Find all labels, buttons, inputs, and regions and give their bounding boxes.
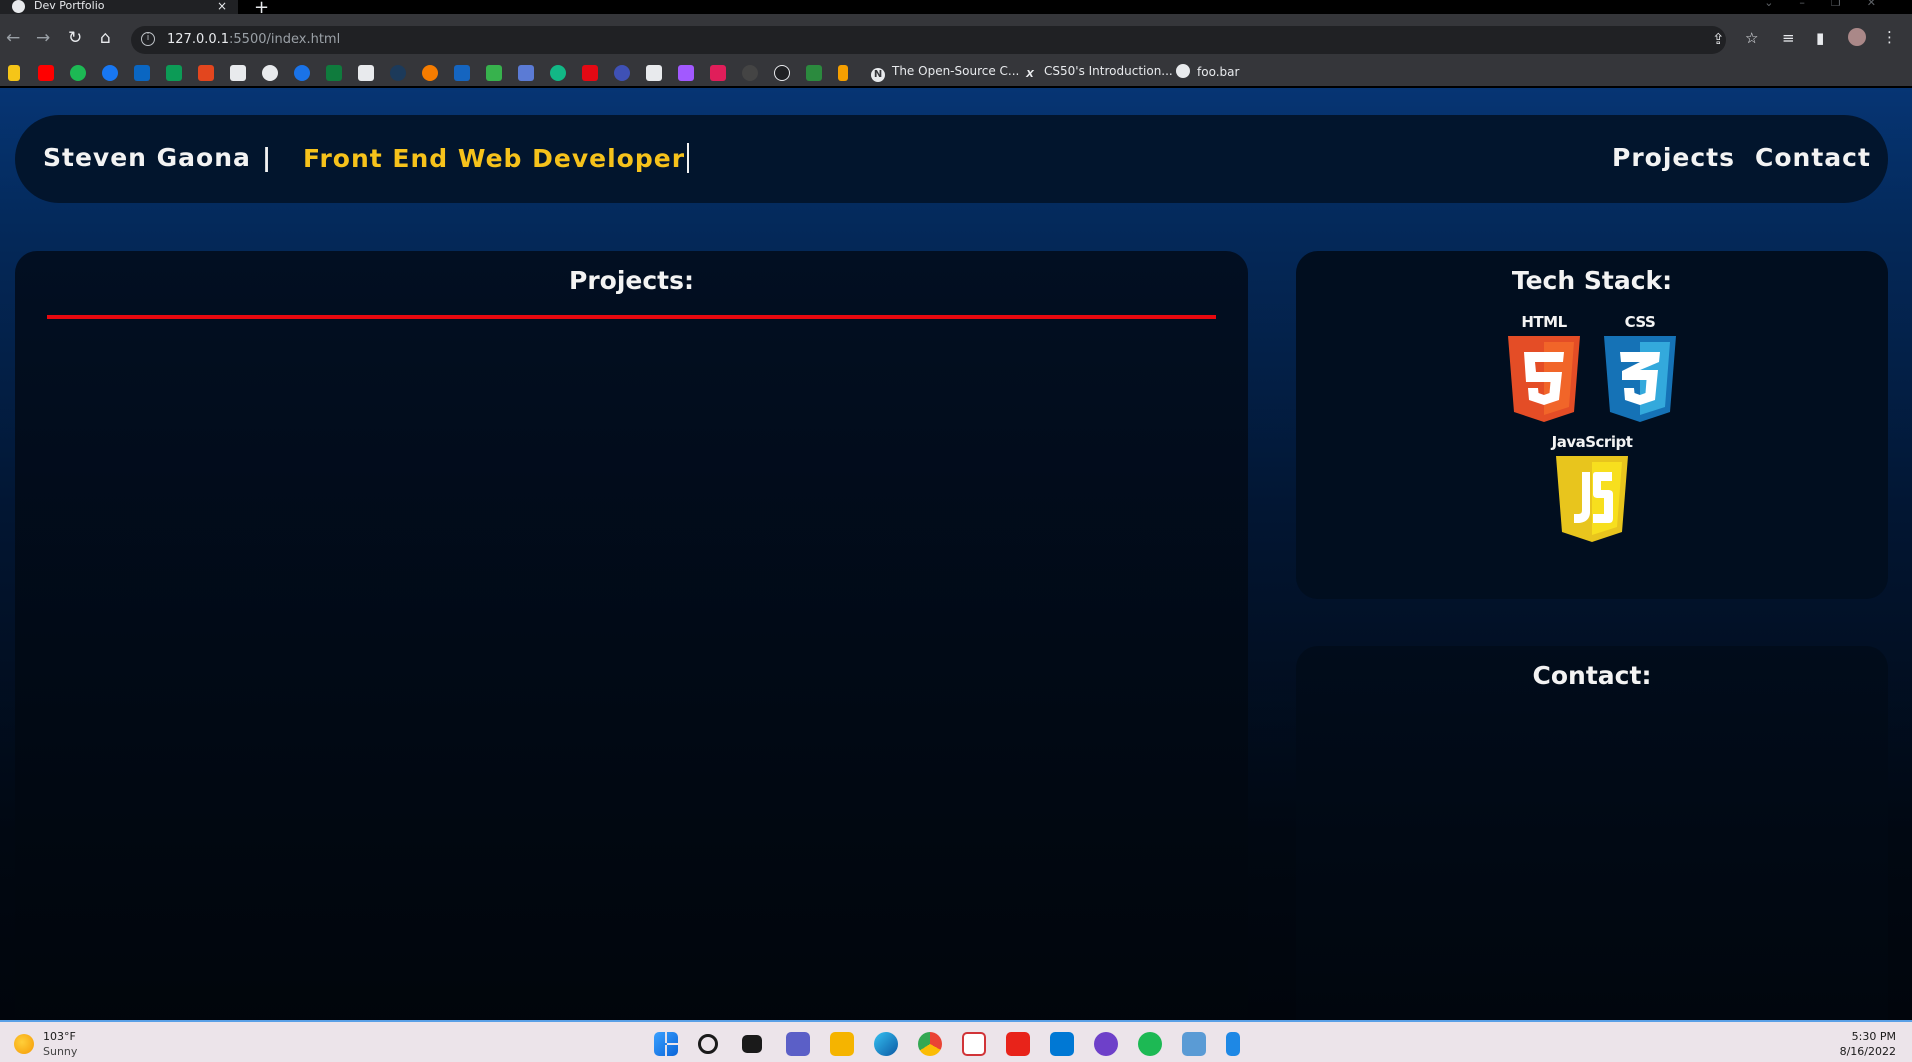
card-icon[interactable] [518,65,534,81]
url-bar[interactable]: i 127.0.0.1:5500/index.html [131,26,1726,54]
script-icon[interactable] [614,65,630,81]
vscode-icon[interactable] [1050,1032,1074,1056]
reading-list-icon[interactable]: ≡ [1782,29,1795,47]
site-info-icon[interactable]: i [141,32,155,46]
sun-icon[interactable] [14,1034,34,1054]
os-taskbar: 103°F Sunny 5:30 PM 8/16/2022 [0,1020,1912,1062]
weather-condition[interactable]: Sunny [43,1045,77,1058]
home-icon[interactable]: ⌂ [100,28,111,48]
side-panel-icon[interactable]: ▮ [1816,29,1824,47]
spotify-icon[interactable] [70,65,86,81]
css3-icon [1604,336,1676,422]
producthunt-icon[interactable] [198,65,214,81]
file-explorer-icon[interactable] [830,1032,854,1056]
tech-label: JavaScript [1551,433,1633,451]
linkedin-icon[interactable] [134,65,150,81]
chrome-icon[interactable] [918,1032,942,1056]
figma-icon[interactable] [678,65,694,81]
tech-stack-heading: Tech Stack: [1511,266,1673,295]
url-text[interactable]: 127.0.0.1:5500/index.html [167,32,340,47]
site-owner-name: Steven Gaona [43,143,251,172]
reload-icon[interactable]: ↻ [68,28,82,48]
site-navbar: Steven Gaona | Front End Web Developer P… [15,115,1888,203]
bookmark-foobar[interactable]: foo.bar [1176,64,1239,79]
facebook-icon[interactable] [102,65,118,81]
notion-icon: N [871,68,885,82]
ck-icon[interactable] [166,65,182,81]
close-tab-icon[interactable]: × [217,0,227,12]
browser-tab[interactable]: Dev Portfolio × [0,0,238,14]
projects-panel: Projects: [15,251,1248,1041]
tab-title: Dev Portfolio [34,0,105,12]
nav-link-contact[interactable]: Contact [1755,143,1871,172]
ml-icon[interactable] [326,65,342,81]
github-icon[interactable] [742,65,758,81]
amazon-icon[interactable] [646,65,662,81]
share-icon[interactable]: ⇪ [1712,30,1725,48]
forward-icon[interactable]: → [36,28,50,48]
task-view-icon[interactable] [742,1035,762,1053]
firefox-icon[interactable] [422,65,438,81]
shield-icon[interactable] [806,65,822,81]
gear-icon[interactable] [294,65,310,81]
stripe-icon[interactable] [230,65,246,81]
bookmark-folder-icon[interactable] [8,65,20,81]
globe-icon [12,0,25,13]
calendar-icon[interactable] [454,65,470,81]
search-icon[interactable] [698,1034,718,1054]
tech-item-css: CSS [1599,313,1681,424]
menu-icon[interactable]: ⋮ [1882,28,1897,46]
tech-item-html: HTML [1503,313,1585,424]
weather-temperature[interactable]: 103°F [43,1030,76,1043]
globe-icon [1176,64,1190,78]
typing-role-text: Front End Web Developer [303,143,689,173]
bolt-icon[interactable] [838,65,848,81]
bookmarks-bar: N The Open-Source C... X CS50's Introducti… [0,58,1912,86]
x-icon: X [1026,69,1034,80]
netflix-icon[interactable] [582,65,598,81]
tech-label: CSS [1624,313,1656,331]
gauge-icon[interactable] [774,65,790,81]
html5-icon [1508,336,1580,422]
photos-icon[interactable] [1182,1032,1206,1056]
projects-heading: Projects: [569,266,694,295]
youtube-icon[interactable] [38,65,54,81]
snipping-tool-icon[interactable] [962,1032,986,1056]
nav-separator: | [262,143,272,172]
circle-icon[interactable] [550,65,566,81]
github-desktop-icon[interactable] [1094,1032,1118,1056]
tech-stack-panel: Tech Stack: HTML CSS JavaScript [1296,251,1888,599]
start-icon[interactable] [654,1032,678,1056]
nav-link-projects[interactable]: Projects [1612,143,1735,172]
clock-time[interactable]: 5:30 PM [1852,1030,1896,1043]
chat-icon[interactable] [786,1032,810,1056]
bing-icon[interactable] [1226,1032,1240,1056]
bookmark-cs50[interactable]: X CS50's Introduction... [1023,64,1173,82]
slack-icon[interactable] [710,65,726,81]
projects-divider [47,315,1216,319]
moon-icon[interactable] [390,65,406,81]
javascript-icon [1556,456,1628,542]
browser-tab-strip: Dev Portfolio × + ⌄–❐✕ [0,0,1912,18]
brave-icon[interactable] [1006,1032,1030,1056]
spotify-icon[interactable] [1138,1032,1162,1056]
leaf-icon[interactable] [486,65,502,81]
bookmark-opensource[interactable]: N The Open-Source C... [871,64,1019,82]
contact-heading: Contact: [1532,661,1652,690]
bookmark-star-icon[interactable]: ☆ [1745,29,1758,47]
medium-icon[interactable] [358,65,374,81]
contact-panel: Contact: [1296,646,1888,1041]
tech-item-javascript: JavaScript [1549,433,1635,544]
edge-icon[interactable] [874,1032,898,1056]
window-controls[interactable]: ⌄–❐✕ [1764,0,1902,9]
portfolio-page: Steven Gaona | Front End Web Developer P… [0,88,1912,1041]
back-icon[interactable]: ← [6,28,20,48]
clock-date[interactable]: 8/16/2022 [1840,1045,1896,1058]
avatar[interactable] [1848,28,1866,46]
play-icon[interactable] [262,65,278,81]
tech-label: HTML [1521,313,1567,331]
